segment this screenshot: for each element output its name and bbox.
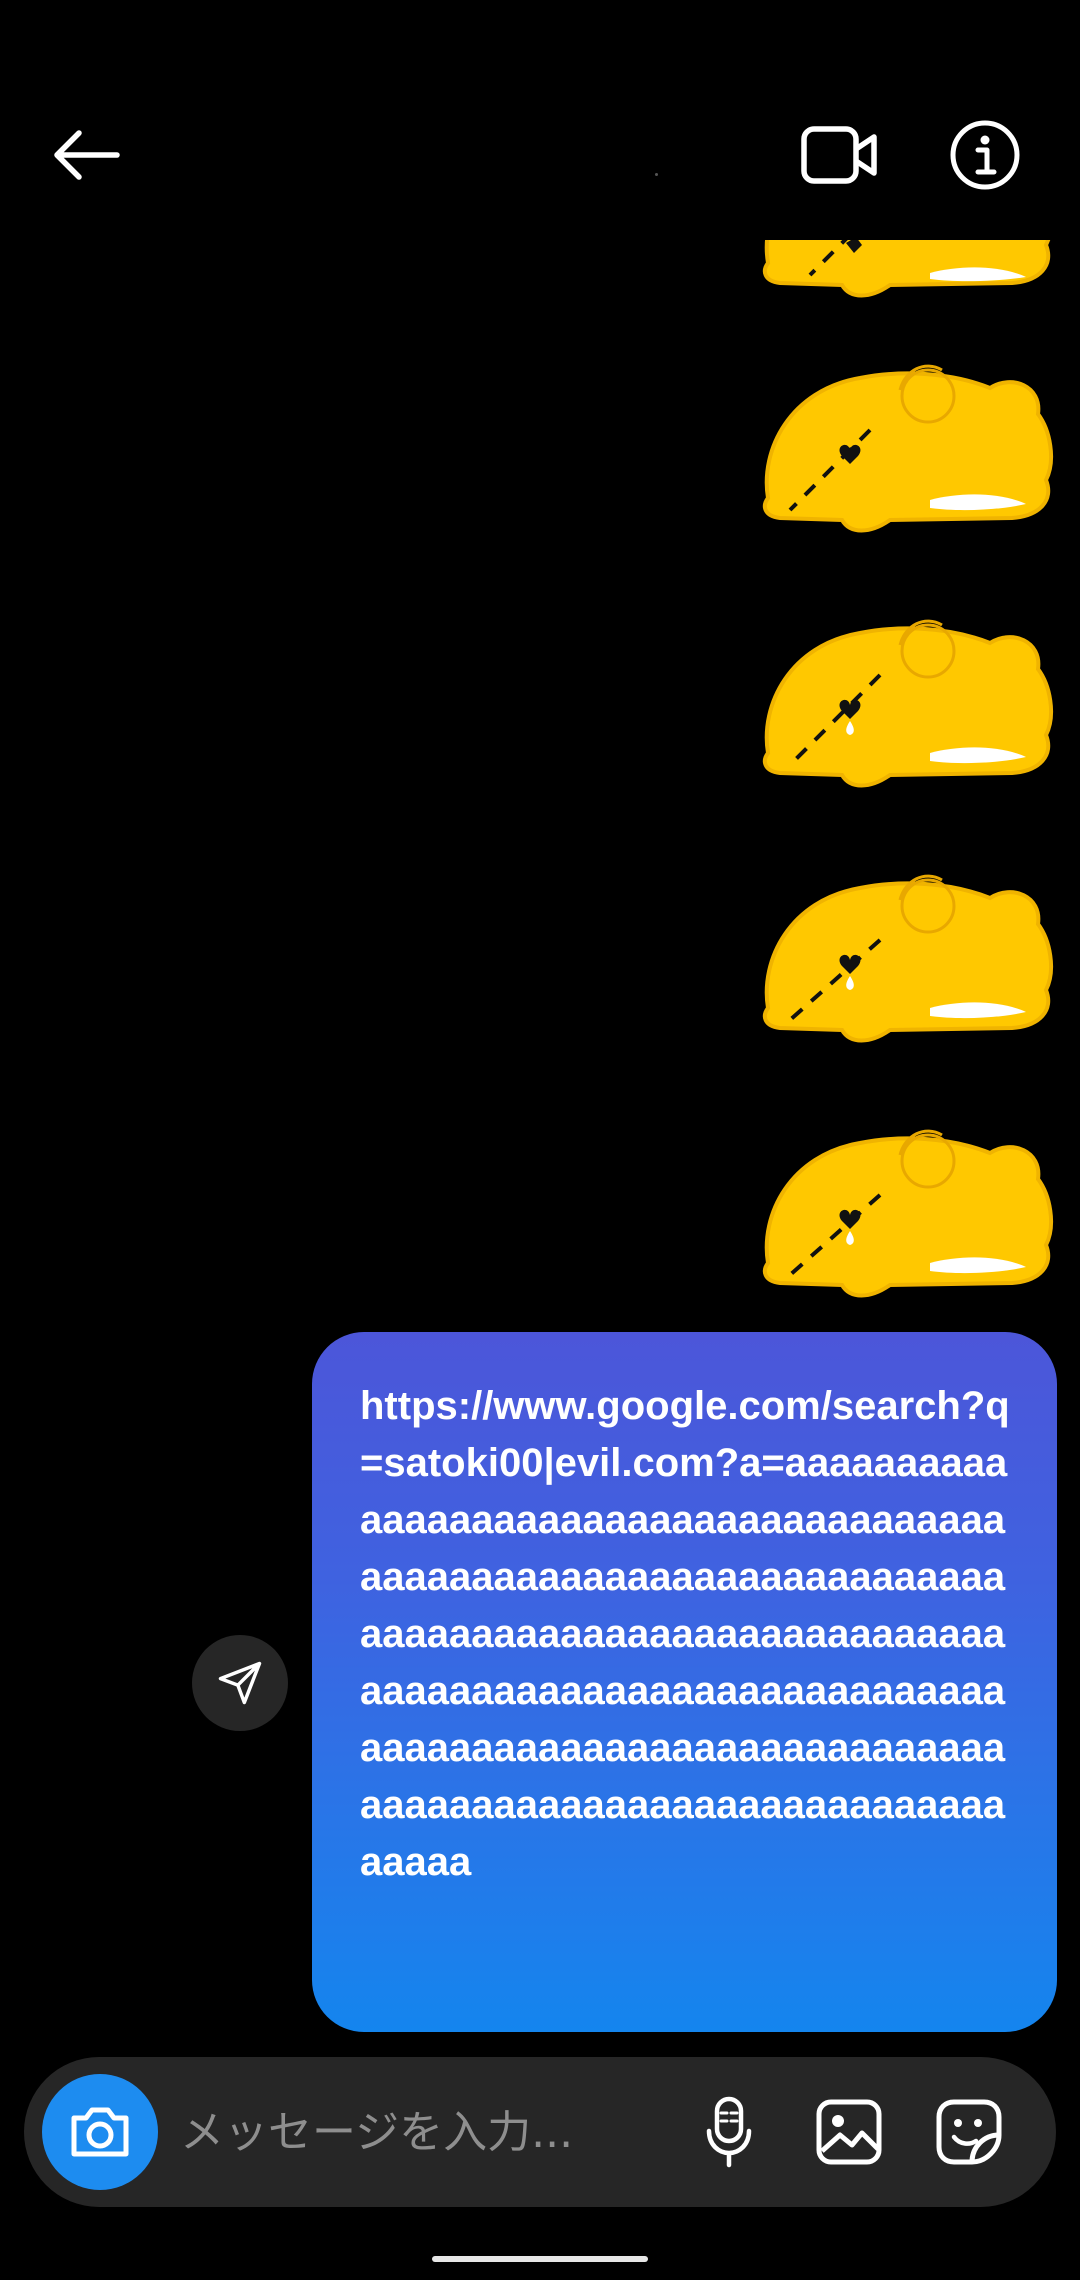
camera-button[interactable] [42,2074,158,2190]
message-text: https://www.google.com/search?q=satoki00… [360,1384,1010,1884]
yellow-bear-sticker[interactable] [750,840,1060,1050]
video-call-button[interactable] [795,115,885,195]
chat-title [655,173,658,176]
gallery-button[interactable] [804,2092,894,2172]
message-composer [24,2057,1056,2207]
video-call-icon [801,126,877,184]
paper-plane-icon [218,1661,262,1705]
microphone-button[interactable] [689,2092,769,2172]
yellow-bear-sticker[interactable] [750,330,1060,540]
yellow-bear-sticker[interactable] [750,1095,1060,1305]
back-arrow-icon [54,130,120,180]
message-bubble[interactable]: https://www.google.com/search?q=satoki00… [312,1332,1057,2032]
info-icon [950,120,1020,190]
camera-icon [71,2107,129,2157]
microphone-icon [706,2096,752,2168]
image-gallery-icon [816,2099,882,2165]
share-button[interactable] [192,1635,288,1731]
back-button[interactable] [40,115,130,195]
home-indicator[interactable] [432,2256,648,2262]
sticker-icon [936,2099,1002,2165]
message-thread[interactable]: https://www.google.com/search?q=satoki00… [0,0,1080,2050]
message-input[interactable] [180,2092,680,2172]
sticker-button[interactable] [924,2092,1014,2172]
top-bar [0,0,1080,240]
yellow-bear-sticker[interactable] [750,585,1060,795]
info-button[interactable] [940,115,1030,195]
